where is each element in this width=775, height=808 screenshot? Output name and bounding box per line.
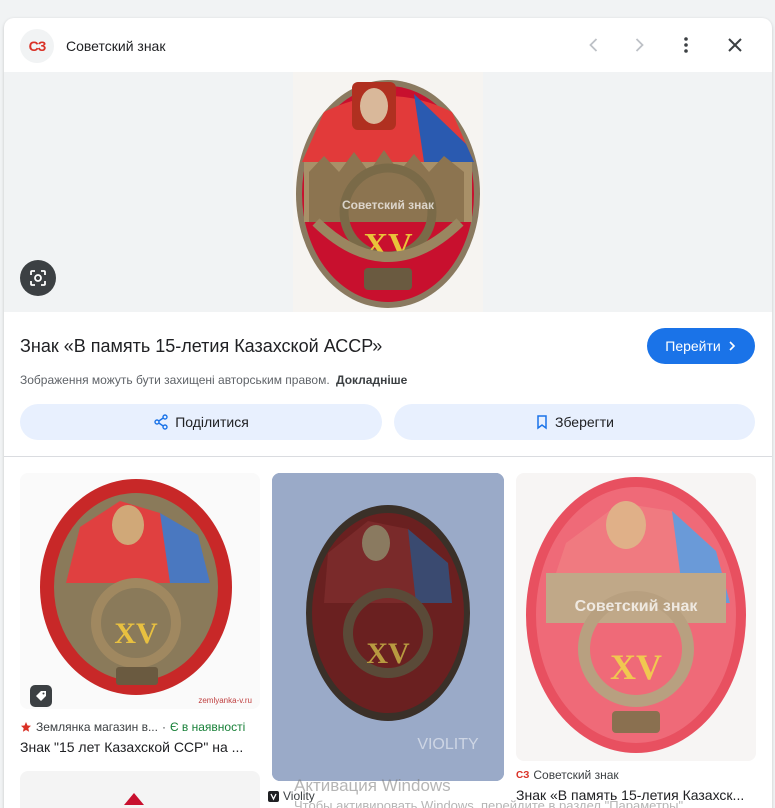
related-source: Землянка магазин в... · Є в наявності [20,720,245,734]
main-image-area[interactable]: XV Советский знак [4,72,772,312]
section-divider [4,456,772,457]
svg-text:XV: XV [610,647,662,687]
learn-more-link[interactable]: Докладніше [336,373,407,387]
site-favicon-text: СЗ [28,38,47,54]
next-button[interactable] [627,33,651,57]
badge-image [124,793,144,805]
save-button[interactable]: Зберегти [394,404,755,440]
related-thumbnail[interactable]: XV VIOLITY [272,473,504,781]
svg-text:XV: XV [366,637,410,670]
visit-button-label: Перейти [665,338,721,354]
chevron-right-icon [729,341,735,351]
tag-icon [36,691,46,701]
related-thumbnail[interactable]: XV zemlyanka-v.ru [20,473,260,709]
result-title[interactable]: Знак «В память 15-летия Казахской АССР» [20,336,382,357]
related-source: СЗ Советский знак [516,768,619,782]
thumbnail-watermark: VIOLITY [417,736,479,753]
image-preview-panel: СЗ Советский знак XV Советский знак Знак… [4,18,772,808]
violity-icon [268,790,279,802]
availability-status: Є в наявності [169,720,246,734]
google-lens-icon [30,270,46,286]
bookmark-icon [537,415,547,430]
close-icon [728,38,742,52]
more-options-button[interactable] [674,33,698,57]
star-icon [21,722,31,732]
related-thumbnail[interactable]: XV Советский знак [516,473,756,761]
more-vert-icon [684,37,688,53]
thumbnail-watermark: zemlyanka-v.ru [198,696,252,705]
badge-image: XV Советский знак [293,72,483,312]
site-name[interactable]: Советский знак [66,38,165,54]
share-icon [154,414,168,430]
lens-search-button[interactable] [20,260,56,296]
copyright-notice: Зображення можуть бути захищені авторськ… [20,373,407,387]
hero-watermark: Советский знак [342,198,435,212]
visit-button[interactable]: Перейти [647,328,755,364]
chevron-left-icon [589,38,598,52]
chevron-right-icon [635,38,644,52]
site-favicon[interactable]: СЗ [20,29,54,63]
share-button-label: Поділитися [175,414,249,430]
badge-image: XV Советский знак [516,473,756,761]
related-title[interactable]: Знак "15 лет Казахской ССР" на ... [20,739,260,755]
share-button[interactable]: Поділитися [20,404,382,440]
close-button[interactable] [723,33,747,57]
badge-image: XV VIOLITY [272,473,504,781]
related-source-name: Землянка магазин в... [36,720,158,734]
panel-header: СЗ Советский знак [4,18,772,72]
copyright-text: Зображення можуть бути захищені авторськ… [20,373,330,387]
badge-image: XV zemlyanka-v.ru [20,473,260,709]
save-button-label: Зберегти [554,414,614,430]
product-tag-button[interactable] [30,685,52,707]
svg-text:XV: XV [114,617,158,650]
related-thumbnail-partial[interactable] [20,771,260,808]
separator-dot: · [161,720,166,734]
site-favicon-small: СЗ [516,769,530,781]
thumbnail-watermark: Советский знак [575,598,699,615]
previous-button[interactable] [582,33,606,57]
os-activation-watermark-title: Активация Windows [294,776,451,795]
os-activation-watermark-text: Чтобы активировать Windows, перейдите в … [294,798,687,808]
related-source-name: Советский знак [533,768,619,782]
